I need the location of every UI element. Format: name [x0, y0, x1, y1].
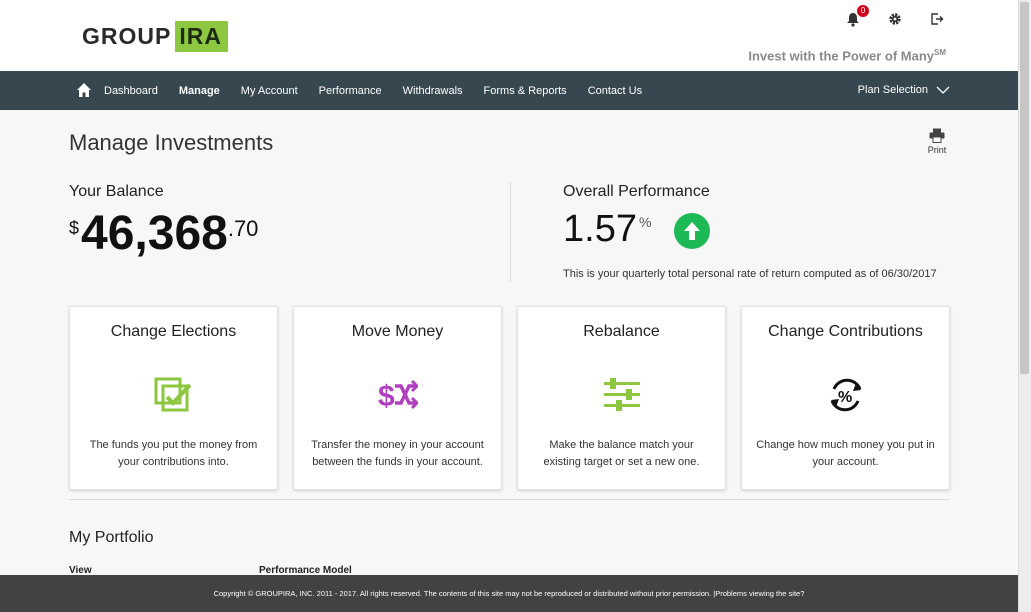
svg-text:$: $ — [378, 380, 395, 413]
problems-viewing-link[interactable]: Problems viewing the site? — [715, 589, 804, 598]
nav-item-manage[interactable]: Manage — [179, 85, 220, 97]
balance-cents: .70 — [227, 216, 259, 241]
performance-unit: % — [638, 214, 652, 230]
page-title: Manage Investments — [69, 130, 274, 155]
card-title: Change Contributions — [768, 323, 923, 340]
move-money-card[interactable]: Move Money $ Transfer the money in your … — [293, 306, 502, 490]
portfolio-title: My Portfolio — [69, 529, 154, 546]
tagline-mark: SM — [934, 48, 946, 57]
tagline-text: Invest with the Power of Many — [748, 48, 934, 64]
nav-item-performance[interactable]: Performance — [319, 85, 382, 97]
percent-cycle-icon: % — [830, 378, 861, 412]
footer: Copyright © GROUPIRA, INC. 2011 - 2017. … — [0, 575, 1018, 612]
card-description: Transfer the money in your account betwe… — [311, 439, 484, 468]
action-cards: Change Elections The funds you put the m… — [69, 306, 950, 490]
print-label: Print — [927, 145, 947, 155]
gear-icon — [889, 13, 901, 25]
plan-selection-label: Plan Selection — [857, 84, 928, 96]
card-description: The funds you put the money from your co… — [89, 439, 258, 468]
portfolio-divider — [69, 499, 949, 500]
nav-item-my-account[interactable]: My Account — [241, 85, 298, 97]
logout-icon — [930, 13, 943, 25]
performance-label: Overall Performance — [563, 183, 710, 200]
rebalance-card[interactable]: Rebalance Make the balance match your ex… — [517, 306, 726, 490]
balance-value: $ 46,368 .70 — [69, 210, 258, 258]
nav-items: Dashboard Manage My Account Performance … — [104, 71, 663, 110]
nav-item-withdrawals[interactable]: Withdrawals — [403, 85, 463, 97]
performance-number: 1.57 — [563, 208, 637, 250]
scrollbar-thumb[interactable] — [1020, 2, 1029, 374]
vertical-scrollbar[interactable] — [1018, 0, 1031, 612]
card-title: Rebalance — [583, 323, 660, 340]
chevron-down-icon — [936, 86, 950, 94]
card-description: Make the balance match your existing tar… — [543, 439, 700, 468]
header: GROUP IRA 0 Invest with the Power of Man… — [0, 0, 1018, 71]
notifications-button[interactable]: 0 — [842, 5, 869, 30]
svg-text:%: % — [838, 389, 852, 406]
balance-whole: 46,368 — [81, 207, 228, 260]
tagline: Invest with the Power of ManySM — [748, 48, 946, 63]
change-contributions-card[interactable]: Change Contributions % Change how much m… — [741, 306, 950, 490]
footer-copyright: Copyright © GROUPIRA, INC. 2011 - 2017. … — [213, 589, 716, 598]
notification-badge: 0 — [857, 5, 869, 17]
printer-icon — [929, 128, 945, 143]
logout-button[interactable] — [926, 8, 948, 30]
card-title: Change Elections — [110, 323, 237, 340]
checkbox-check-icon — [154, 377, 191, 412]
card-description: Change how much money you put in your ac… — [756, 439, 935, 468]
header-icons: 0 — [842, 5, 948, 30]
section-divider — [510, 182, 511, 282]
sliders-icon — [603, 378, 640, 411]
main-nav: Dashboard Manage My Account Performance … — [0, 71, 1018, 110]
card-title: Move Money — [351, 323, 444, 340]
logo-text-group: GROUP — [82, 22, 172, 49]
balance-label: Your Balance — [69, 183, 164, 200]
nav-item-dashboard[interactable]: Dashboard — [104, 85, 158, 97]
performance-up-arrow-icon — [674, 213, 710, 249]
settings-button[interactable] — [884, 8, 906, 30]
home-icon[interactable] — [76, 82, 92, 98]
logo-text-ira: IRA — [175, 20, 228, 52]
logo[interactable]: GROUP IRA — [82, 20, 228, 52]
performance-value: 1.57 % — [563, 210, 651, 248]
nav-item-forms-reports[interactable]: Forms & Reports — [484, 85, 567, 97]
performance-note: This is your quarterly total personal ra… — [563, 268, 937, 280]
dollar-shuffle-icon: $ — [378, 379, 418, 413]
nav-item-contact-us[interactable]: Contact Us — [588, 85, 642, 97]
change-elections-card[interactable]: Change Elections The funds you put the m… — [69, 306, 278, 490]
balance-currency: $ — [69, 218, 80, 238]
print-button[interactable]: Print — [926, 128, 948, 155]
plan-selection-dropdown[interactable]: Plan Selection — [858, 84, 950, 96]
